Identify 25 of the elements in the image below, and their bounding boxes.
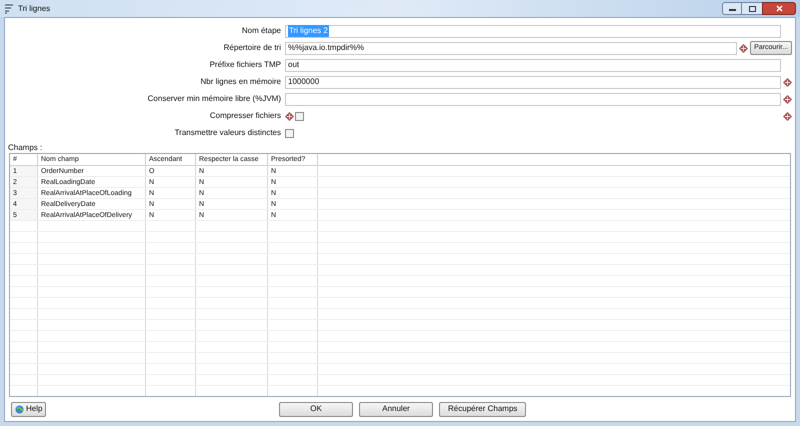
input-field[interactable]: 1000000	[285, 76, 781, 88]
close-button[interactable]	[762, 2, 796, 15]
fields-label: Champs :	[7, 143, 44, 153]
field-label: Conserver min mémoire libre (%JVM)	[146, 93, 282, 105]
maximize-button[interactable]	[742, 2, 762, 15]
input-field[interactable]: out	[285, 58, 781, 72]
field-label: Répertoire de tri	[222, 42, 282, 54]
dialog-button[interactable]: Annuler	[359, 402, 434, 416]
dialog-button[interactable]: Récupérer Champs	[439, 402, 526, 416]
field-label: Nbr lignes en mémoire	[200, 76, 282, 88]
input-field[interactable]	[285, 92, 781, 106]
help-button[interactable]: Help	[11, 402, 46, 416]
close-icon	[776, 5, 782, 12]
field-label: Préfixe fichiers TMP	[208, 59, 282, 71]
globe-icon	[15, 404, 24, 414]
input-field[interactable]: %%java.io.tmpdir%%	[285, 42, 738, 54]
dialog-button[interactable]: OK	[279, 402, 354, 416]
checkbox[interactable]	[295, 112, 304, 120]
minimize-button[interactable]	[722, 2, 742, 15]
field-label: Compresser fichiers	[208, 110, 282, 122]
field-label: Transmettre valeurs distinctes	[174, 127, 282, 139]
sort-list-icon	[4, 4, 14, 14]
checkbox[interactable]	[285, 128, 294, 138]
field-label: Nom étape	[240, 25, 282, 37]
window-title: Tri lignes	[18, 2, 50, 14]
